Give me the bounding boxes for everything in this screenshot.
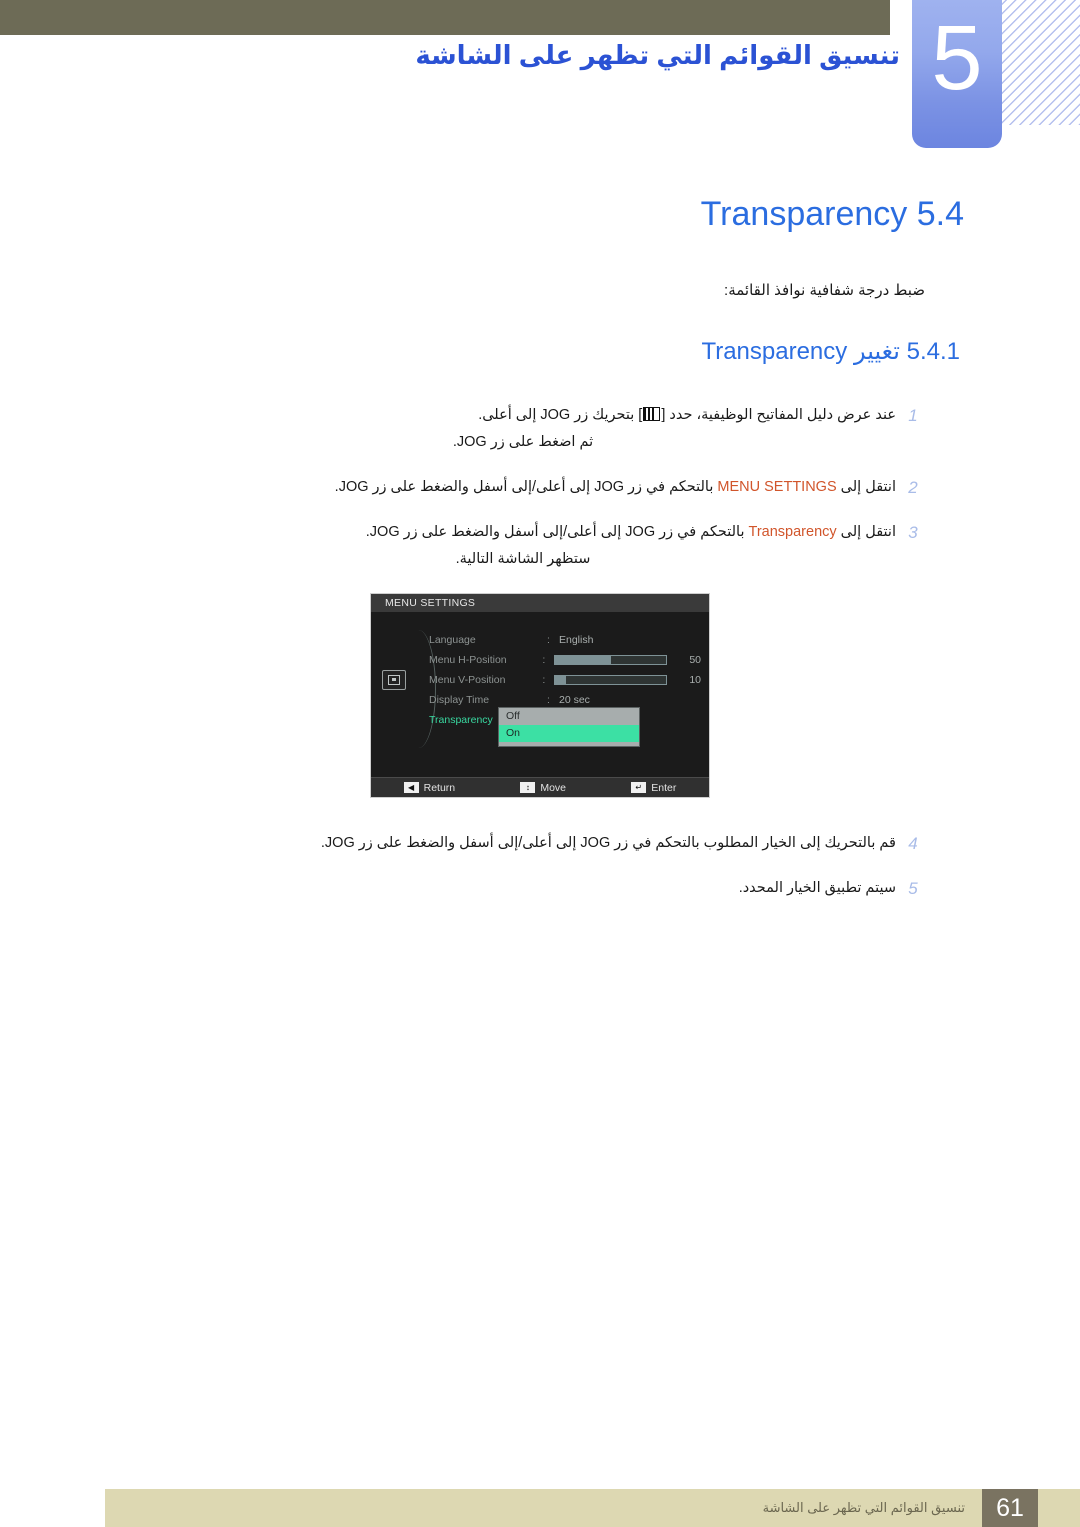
step-number: 5 xyxy=(908,879,918,898)
subsection-label-en: Transparency xyxy=(701,338,848,365)
transparency-dropdown[interactable]: Off On xyxy=(499,708,639,746)
step-text: قم بالتحريك إلى الخيار المطلوب بالتحكم ف… xyxy=(320,835,896,851)
osd-screenshot-wrapper: MENU SETTINGS Language : English Menu H-… xyxy=(0,593,1080,798)
osd-value: 10 xyxy=(689,674,702,686)
osd-row-display-time[interactable]: Display Time : 20 sec xyxy=(429,690,701,710)
osd-label: Menu V-Position xyxy=(429,674,506,686)
footer-chapter-label: تنسيق القوائم التي تظهر على الشاشة xyxy=(762,1500,965,1515)
subsection-label-ar: تغيير xyxy=(853,338,900,365)
osd-label: Display Time xyxy=(429,694,490,706)
osd-colon: : xyxy=(542,654,546,666)
section-heading: 5.4 Transparency xyxy=(0,190,1080,238)
menu-v-position-slider[interactable] xyxy=(553,675,668,685)
step-number: 4 xyxy=(908,834,918,853)
osd-menu: MENU SETTINGS Language : English Menu H-… xyxy=(370,593,710,798)
osd-title: MENU SETTINGS xyxy=(371,594,709,612)
step1-part-b: ] بتحريك زر xyxy=(570,407,643,423)
enter-key-icon: ↵ xyxy=(631,782,647,793)
top-banner-bar xyxy=(0,0,890,35)
step-text: عند عرض دليل المفاتيح الوظيفية، حدد [ ] ب… xyxy=(150,402,896,456)
osd-value: 20 sec xyxy=(559,694,590,706)
osd-footer-bar: ◀ Return ↕ Move ↵ Enter xyxy=(371,777,709,797)
step1-jog-label: JOG xyxy=(540,407,571,423)
chapter-number: 5 xyxy=(931,7,982,109)
chapter-title: تنسيق القوائم التي تظهر على الشاشة xyxy=(415,40,900,70)
section-lead-text: ضبط درجة شفافية نوافذ القائمة: xyxy=(724,282,925,299)
step-number: 1 xyxy=(908,406,918,425)
page-content: 5.4 Transparency ضبط درجة شفافية نوافذ ا… xyxy=(0,170,1080,920)
osd-body: Language : English Menu H-Position : 50 … xyxy=(371,612,709,762)
step2-prefix: انتقل إلى xyxy=(836,479,896,495)
section-number: 5.4 xyxy=(916,195,964,233)
step-text: انتقل إلى MENU SETTINGS بالتحكم في زر JO… xyxy=(150,474,896,501)
subsection-number: 5.4.1 xyxy=(906,338,960,365)
osd-footer-return[interactable]: ◀ Return xyxy=(403,781,456,794)
step-list: 1 عند عرض دليل المفاتيح الوظيفية، حدد []… xyxy=(0,402,1080,573)
osd-row-language[interactable]: Language : English xyxy=(429,630,701,650)
function-key-icon xyxy=(643,407,661,421)
step-item: 2 انتقل إلى MENU SETTINGS بالتحكم في زر … xyxy=(150,474,930,501)
osd-footer-label: Return xyxy=(423,781,456,794)
osd-row-menu-v-position[interactable]: Menu V-Position : 10 xyxy=(429,670,701,690)
step1-part-d: إلى أعلى. xyxy=(478,407,541,423)
osd-footer-move[interactable]: ↕ Move xyxy=(520,782,566,794)
osd-label: Language xyxy=(429,634,476,646)
move-key-icon: ↕ xyxy=(520,782,536,793)
step1-part-a: عند عرض دليل المفاتيح الوظيفية، حدد [ xyxy=(661,407,896,423)
step2-suffix: بالتحكم في زر JOG إلى أعلى/إلى أسفل والض… xyxy=(334,479,718,495)
step-item: 1 عند عرض دليل المفاتيح الوظيفية، حدد []… xyxy=(150,402,930,456)
step-number: 2 xyxy=(908,478,918,497)
step-list-continued: 4 قم بالتحريك إلى الخيار المطلوب بالتحكم… xyxy=(0,830,1080,902)
osd-footer-label: Enter xyxy=(651,781,677,794)
step-text: سيتم تطبيق الخيار المحدد. xyxy=(738,880,896,896)
section-name: Transparency xyxy=(700,195,908,233)
osd-footer-enter[interactable]: ↵ Enter xyxy=(631,782,676,794)
step-number: 3 xyxy=(908,523,918,542)
osd-row-menu-h-position[interactable]: Menu H-Position : 50 xyxy=(429,650,701,670)
step3-menu-reference: Transparency xyxy=(748,524,837,540)
display-monitor-icon xyxy=(382,670,406,690)
menu-h-position-slider[interactable] xyxy=(553,655,668,665)
dropdown-option-off[interactable]: Off xyxy=(499,708,639,725)
step-text: انتقل إلى Transparency بالتحكم في زر JOG… xyxy=(150,519,896,573)
step-item: 3 انتقل إلى Transparency بالتحكم في زر J… xyxy=(150,519,930,573)
return-key-icon: ◀ xyxy=(403,782,419,793)
osd-footer-label: Move xyxy=(540,781,567,794)
step-item: 5 سيتم تطبيق الخيار المحدد. xyxy=(150,875,930,902)
step3-prefix: انتقل إلى xyxy=(836,524,896,540)
step2-menu-reference: MENU SETTINGS xyxy=(717,479,837,495)
osd-colon: : xyxy=(547,694,550,706)
page-number: 61 xyxy=(982,1489,1038,1527)
osd-value: English xyxy=(559,634,594,646)
step3-suffix: بالتحكم في زر JOG إلى أعلى/إلى أسفل والض… xyxy=(365,524,749,540)
step-item: 4 قم بالتحريك إلى الخيار المطلوب بالتحكم… xyxy=(150,830,930,857)
dropdown-option-on[interactable]: On xyxy=(499,725,639,742)
subsection-heading: 5.4.1 تغيير Transparency xyxy=(0,334,1080,370)
osd-colon: : xyxy=(547,634,550,646)
step1-line2: ثم اضغط على زر JOG. xyxy=(452,434,594,450)
osd-value: 50 xyxy=(689,654,702,666)
osd-label: Menu H-Position xyxy=(429,654,507,666)
osd-colon: : xyxy=(542,674,546,686)
step3-line2: ستظهر الشاشة التالية. xyxy=(455,551,591,567)
